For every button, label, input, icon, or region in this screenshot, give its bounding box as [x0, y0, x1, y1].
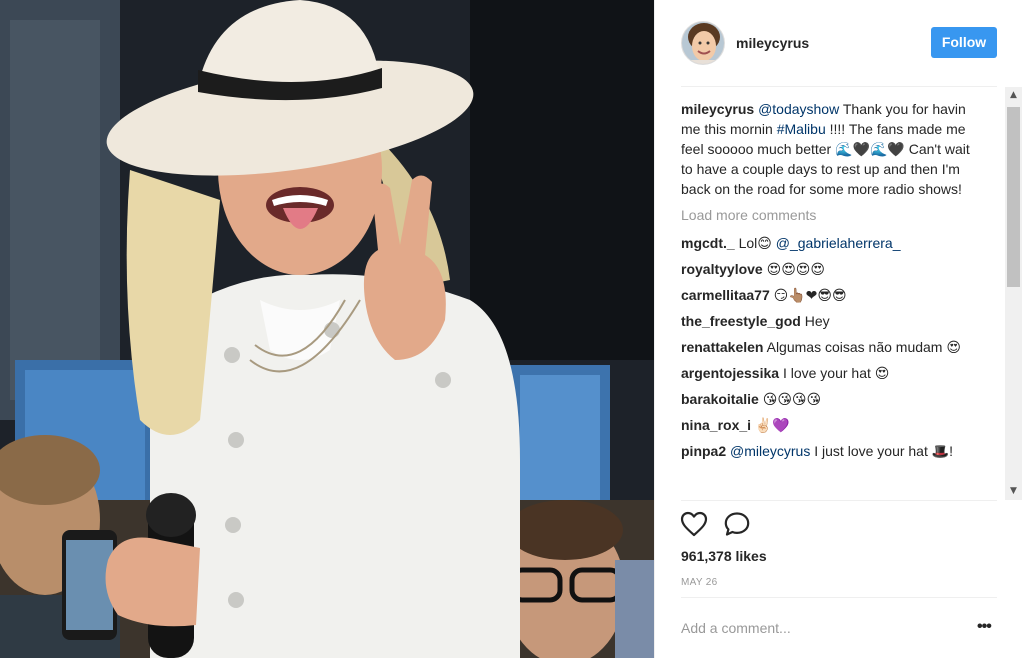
comment-username[interactable]: nina_rox_i: [681, 417, 751, 433]
comment-username[interactable]: argentojessika: [681, 365, 779, 381]
comment-text: ✌🏻💜: [751, 417, 790, 433]
caption-hashtag[interactable]: #Malibu: [777, 121, 826, 137]
comment-mention[interactable]: @mileycyrus: [730, 443, 810, 459]
comments-scrollbar[interactable]: ▲ ▼: [1005, 87, 1022, 500]
caption-mention[interactable]: @todayshow: [758, 101, 839, 117]
comment-item: barakoitalie 😘😘😘😘: [681, 389, 981, 409]
speech-bubble-icon: [724, 512, 750, 536]
follow-button[interactable]: Follow: [931, 27, 997, 58]
scrollbar-thumb[interactable]: [1007, 107, 1020, 287]
comment-text: 😍😍😍😍: [762, 261, 825, 277]
caption-username[interactable]: mileycyrus: [681, 101, 754, 117]
likes-count[interactable]: 961,378 likes: [681, 548, 767, 564]
comment-username[interactable]: mgcdt._: [681, 235, 735, 251]
post-date: MAY 26: [681, 577, 718, 588]
comment-item: renattakelen Algumas coisas não mudam 😍: [681, 337, 981, 357]
comment-text: Lol😊: [734, 235, 776, 251]
comment-username[interactable]: renattakelen: [681, 339, 763, 355]
comment-text: I just love your hat 🎩!: [810, 443, 954, 459]
comment-item: carmellitaa77 😏👆🏽❤😎😎: [681, 285, 981, 305]
post-photo[interactable]: [0, 0, 655, 658]
photo-image: [0, 0, 655, 658]
comment-username[interactable]: barakoitalie: [681, 391, 759, 407]
comment-username[interactable]: royaltyylove: [681, 261, 763, 277]
comment-text: 😏👆🏽❤😎😎: [769, 287, 847, 303]
comment-item: pinpa2 @mileycyrus I just love your hat …: [681, 441, 981, 461]
comment-item: nina_rox_i ✌🏻💜: [681, 415, 981, 435]
ellipsis-icon[interactable]: •••: [977, 619, 997, 638]
comment-text: Algumas coisas não mudam 😍: [763, 339, 961, 355]
caption: mileycyrus @todayshow Thank you for havi…: [681, 99, 981, 199]
comment-username[interactable]: the_freestyle_god: [681, 313, 801, 329]
comment-item: argentojessika I love your hat 😍: [681, 363, 981, 383]
avatar[interactable]: [681, 21, 725, 65]
username-link[interactable]: mileycyrus: [736, 35, 809, 51]
comment-text: I love your hat 😍: [779, 365, 890, 381]
comment-item: the_freestyle_god Hey: [681, 311, 981, 331]
post-header: mileycyrus Follow: [655, 0, 1023, 86]
post-side-panel: mileycyrus Follow mileycyrus @todayshow …: [655, 0, 1023, 658]
comment-text: Hey: [800, 313, 830, 329]
comments-list[interactable]: mileycyrus @todayshow Thank you for havi…: [681, 87, 1023, 500]
load-more-comments-button[interactable]: Load more comments: [681, 205, 981, 225]
like-button[interactable]: [680, 511, 710, 539]
comment-mention[interactable]: @_gabrielaherrera_: [776, 235, 901, 251]
scroll-down-arrow-icon[interactable]: ▼: [1005, 483, 1022, 500]
actions-divider: [681, 500, 997, 501]
comment-username[interactable]: carmellitaa77: [681, 287, 770, 303]
comment-item: mgcdt._ Lol😊 @_gabrielaherrera_: [681, 233, 981, 253]
comment-box-divider: [681, 597, 997, 598]
comment-button[interactable]: [723, 511, 753, 539]
comment-username[interactable]: pinpa2: [681, 443, 726, 459]
scroll-up-arrow-icon[interactable]: ▲: [1005, 87, 1022, 104]
comment-item: royaltyylove 😍😍😍😍: [681, 259, 981, 279]
heart-icon: [680, 511, 708, 537]
comment-text: 😘😘😘😘: [758, 391, 822, 407]
avatar-image: [682, 22, 724, 64]
add-comment-input[interactable]: [681, 613, 961, 643]
